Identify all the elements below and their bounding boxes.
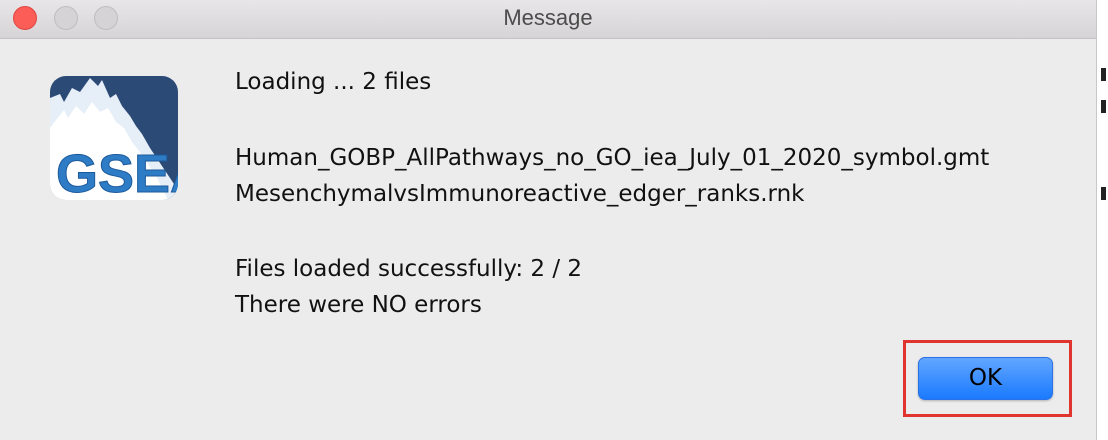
window-title: Message: [503, 5, 593, 30]
edge-mark: [1101, 68, 1106, 81]
gsea-logo-icon: GSEA: [50, 76, 178, 200]
load-status-message: Files loaded successfully: 2 / 2: [235, 256, 583, 282]
loading-message: Loading ... 2 files: [235, 69, 432, 95]
file-name-gmt: Human_GOBP_AllPathways_no_GO_iea_July_01…: [235, 145, 990, 171]
errors-message: There were NO errors: [235, 292, 482, 318]
svg-text:GSEA: GSEA: [56, 144, 178, 200]
edge-mark: [1101, 100, 1106, 113]
ok-button[interactable]: OK: [918, 357, 1053, 400]
title-bar[interactable]: Message: [0, 0, 1096, 39]
background-window-edge: [1096, 0, 1108, 440]
edge-mark: [1101, 187, 1106, 200]
message-dialog: Message GSEA Loading ... 2 files Human_G…: [0, 0, 1096, 440]
file-name-rnk: MesenchymalvsImmunoreactive_edger_ranks.…: [235, 181, 805, 207]
